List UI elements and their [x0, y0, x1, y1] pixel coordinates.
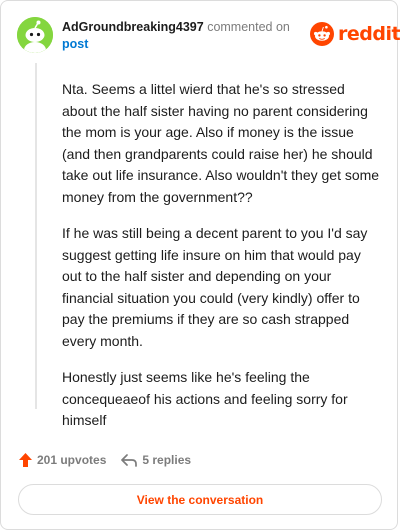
reply-count-label: 5 replies — [142, 453, 192, 467]
user-avatar-icon[interactable] — [17, 17, 53, 53]
reddit-logo-icon — [310, 22, 334, 46]
post-link[interactable]: post — [62, 36, 302, 53]
reddit-brand[interactable]: reddit — [310, 20, 400, 48]
comment-stats: 201 upvotes 5 replies — [18, 450, 191, 470]
comment-body: Nta. Seems a littel wierd that he's so s… — [62, 79, 380, 447]
reply-arrow-icon — [121, 453, 138, 467]
upvote-arrow-icon — [19, 453, 32, 467]
thread-line — [35, 63, 37, 409]
comment-header: AdGroundbreaking4397 commented on post — [62, 19, 302, 53]
comment-embed-card: AdGroundbreaking4397 commented on post r… — [0, 0, 400, 530]
upvote-count[interactable]: 201 upvotes — [18, 452, 106, 468]
upvote-count-label: 201 upvotes — [37, 453, 107, 467]
comment-paragraph: If he was still being a decent parent to… — [62, 225, 368, 349]
view-conversation-button[interactable]: View the conversation — [18, 484, 382, 515]
commented-on-text: commented on — [207, 20, 290, 34]
username-link[interactable]: AdGroundbreaking4397 — [62, 20, 204, 34]
reply-count[interactable]: 5 replies — [120, 453, 191, 468]
comment-paragraph: Nta. Seems a littel wierd that he's so s… — [62, 81, 380, 205]
reddit-wordmark: reddit — [338, 23, 400, 45]
comment-paragraph: Honestly just seems like he's feeling th… — [62, 369, 348, 428]
